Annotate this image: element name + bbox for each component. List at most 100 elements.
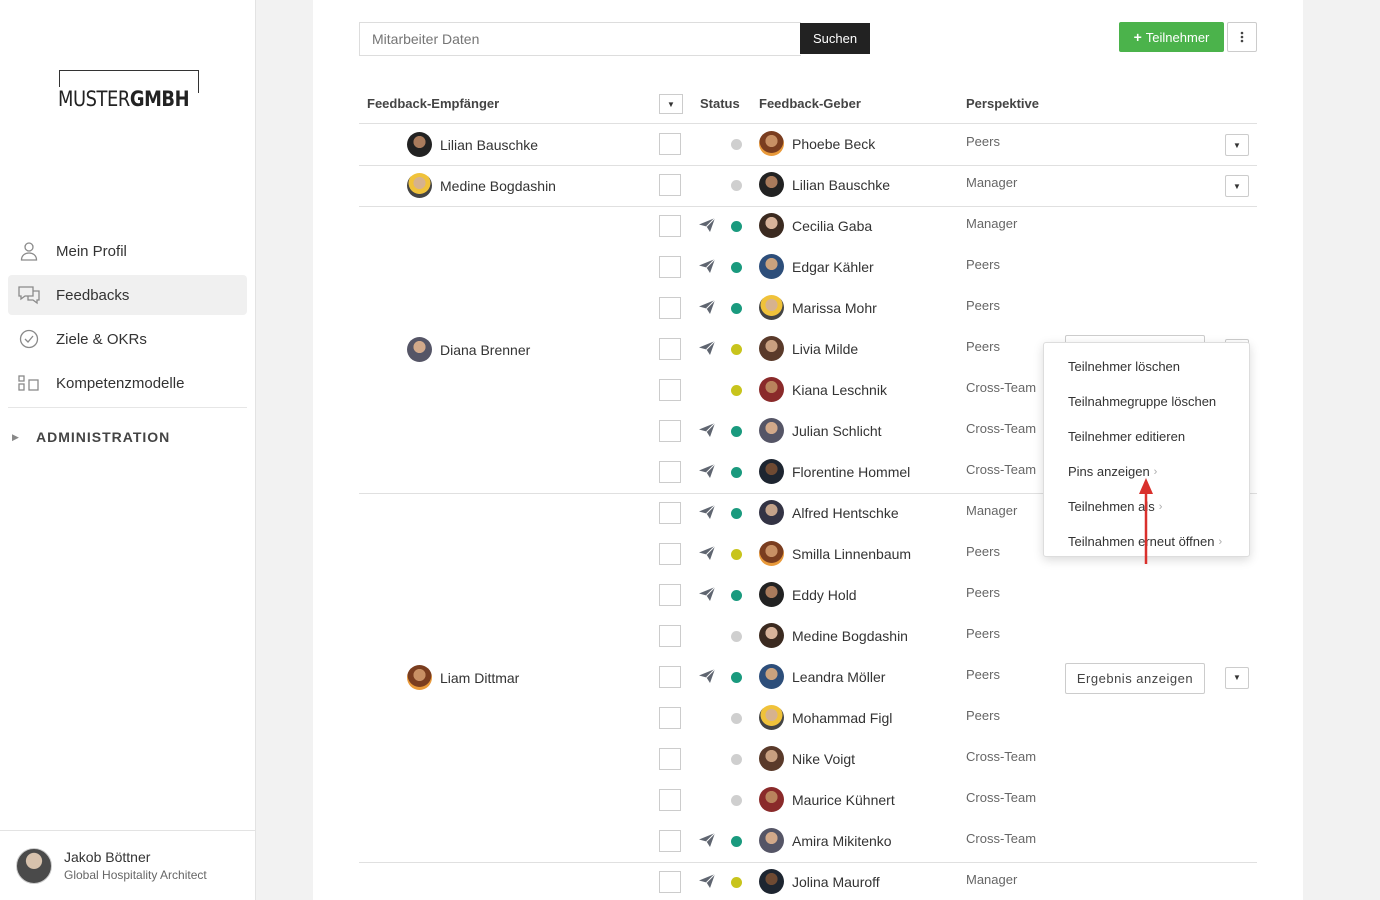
search-input[interactable]: [359, 22, 801, 56]
row-actions-dropdown[interactable]: ▼: [1225, 134, 1249, 156]
row-checkbox[interactable]: [659, 543, 681, 565]
status-dot: [731, 508, 742, 519]
avatar: [759, 459, 784, 484]
chevron-right-icon: ›: [1158, 500, 1163, 513]
row-checkbox[interactable]: [659, 707, 681, 729]
menu-item-delete-group[interactable]: Teilnahmegruppe löschen: [1044, 384, 1249, 419]
check-circle-icon: [18, 328, 40, 350]
menu-item-label: Pins anzeigen: [1068, 464, 1150, 479]
recipient-name: Medine Bogdashin: [440, 177, 556, 194]
row-checkbox[interactable]: [659, 338, 681, 360]
avatar: [759, 746, 784, 771]
status-dot: [731, 262, 742, 273]
perspective-label: Peers: [966, 257, 1000, 272]
status-dot: [731, 221, 742, 232]
avatar: [759, 582, 784, 607]
avatar: [407, 664, 432, 690]
status-dot: [731, 754, 742, 765]
perspective-label: Peers: [966, 708, 1000, 723]
perspective-label: Cross-Team: [966, 831, 1037, 846]
status-dot: [731, 836, 742, 847]
avatar: [759, 541, 784, 566]
row-checkbox[interactable]: [659, 174, 681, 196]
perspective-label: Peers: [966, 298, 1000, 313]
table-row: Eddy Hold Peers: [359, 575, 1257, 616]
row-checkbox[interactable]: [659, 215, 681, 237]
recipient[interactable]: Liam Dittmar: [407, 664, 607, 691]
menu-item-delete-participant[interactable]: Teilnehmer löschen: [1044, 349, 1249, 384]
row-checkbox[interactable]: [659, 584, 681, 606]
row-checkbox[interactable]: [659, 871, 681, 893]
row-checkbox[interactable]: [659, 625, 681, 647]
sidebar: MUSTERGMBH Mein Profil Feedbacks Ziele &…: [0, 0, 256, 900]
status-dot: [731, 877, 742, 888]
recipient[interactable]: Lilian Bauschke: [407, 131, 607, 158]
caret-right-icon: ▶: [12, 431, 19, 442]
logo-text-part2: GMBH: [129, 87, 190, 111]
model-blocks-icon: [18, 372, 40, 394]
perspective-label: Peers: [966, 134, 1000, 149]
current-user[interactable]: Jakob Böttner Global Hospitality Archite…: [0, 830, 255, 900]
status-dot: [731, 467, 742, 478]
row-checkbox[interactable]: [659, 830, 681, 852]
status-dot: [731, 549, 742, 560]
company-logo: MUSTERGMBH: [58, 70, 200, 115]
chevron-right-icon: ›: [1218, 535, 1223, 548]
nav-item-mein-profil[interactable]: Mein Profil: [8, 231, 247, 271]
add-participant-button[interactable]: + Teilnehmer: [1119, 22, 1224, 52]
giver-name: Phoebe Beck: [792, 136, 876, 152]
avatar: [759, 869, 784, 894]
giver-name: Julian Schlicht: [792, 423, 882, 439]
giver-name: Amira Mikitenko: [792, 833, 892, 849]
avatar: [759, 254, 784, 279]
table-row: Marissa Mohr Peers: [359, 288, 1257, 329]
more-options-button[interactable]: [1227, 22, 1257, 52]
status-dot: [731, 385, 742, 396]
group-actions-dropdown[interactable]: ▼: [1225, 666, 1249, 689]
row-checkbox[interactable]: [659, 420, 681, 442]
row-checkbox[interactable]: [659, 666, 681, 688]
show-result-button[interactable]: Ergebnis anzeigen: [1065, 662, 1205, 694]
search-button[interactable]: Suchen: [800, 23, 870, 54]
recipient[interactable]: Diana Brenner: [407, 336, 607, 363]
perspective-label: Cross-Team: [966, 462, 1037, 477]
add-participant-label: Teilnehmer: [1145, 29, 1210, 45]
menu-item-label: Teilnahmegruppe löschen: [1068, 394, 1217, 409]
perspective-label: Manager: [966, 216, 1018, 231]
row-checkbox[interactable]: [659, 133, 681, 155]
giver-name: Medine Bogdashin: [792, 628, 908, 644]
row-checkbox[interactable]: [659, 461, 681, 483]
avatar: [407, 131, 432, 157]
recipient[interactable]: Medine Bogdashin: [407, 172, 607, 199]
main-nav: Mein Profil Feedbacks Ziele & OKRs Kompe…: [8, 231, 247, 466]
row-checkbox[interactable]: [659, 297, 681, 319]
perspective-label: Peers: [966, 339, 1000, 354]
sent-icon: [698, 832, 716, 848]
row-checkbox[interactable]: [659, 502, 681, 524]
sent-icon: [698, 422, 716, 438]
person-icon: [18, 240, 40, 262]
nav-item-kompetenzmodelle[interactable]: Kompetenzmodelle: [8, 363, 247, 403]
nav-item-ziele-okrs[interactable]: Ziele & OKRs: [8, 319, 247, 359]
giver-name: Leandra Möller: [792, 669, 886, 685]
row-checkbox[interactable]: [659, 256, 681, 278]
status-dot: [731, 713, 742, 724]
row-actions-dropdown[interactable]: ▼: [1225, 175, 1249, 197]
status-dot: [731, 139, 742, 150]
select-all-dropdown[interactable]: ▼: [659, 94, 683, 114]
avatar: [759, 664, 784, 689]
nav-item-feedbacks[interactable]: Feedbacks: [8, 275, 247, 315]
perspective-label: Peers: [966, 667, 1000, 682]
avatar: [759, 787, 784, 812]
giver-name: Nike Voigt: [792, 751, 856, 767]
giver-name: Marissa Mohr: [792, 300, 877, 316]
row-checkbox[interactable]: [659, 379, 681, 401]
menu-item-edit-participant[interactable]: Teilnehmer editieren: [1044, 419, 1249, 454]
nav-item-administration[interactable]: ▶ ADMINISTRATION: [8, 408, 247, 466]
logo-text-part1: MUSTER: [58, 87, 130, 111]
row-checkbox[interactable]: [659, 748, 681, 770]
annotation-arrow-icon: [1139, 478, 1153, 564]
row-checkbox[interactable]: [659, 789, 681, 811]
avatar: [407, 336, 432, 362]
perspective-label: Peers: [966, 585, 1000, 600]
